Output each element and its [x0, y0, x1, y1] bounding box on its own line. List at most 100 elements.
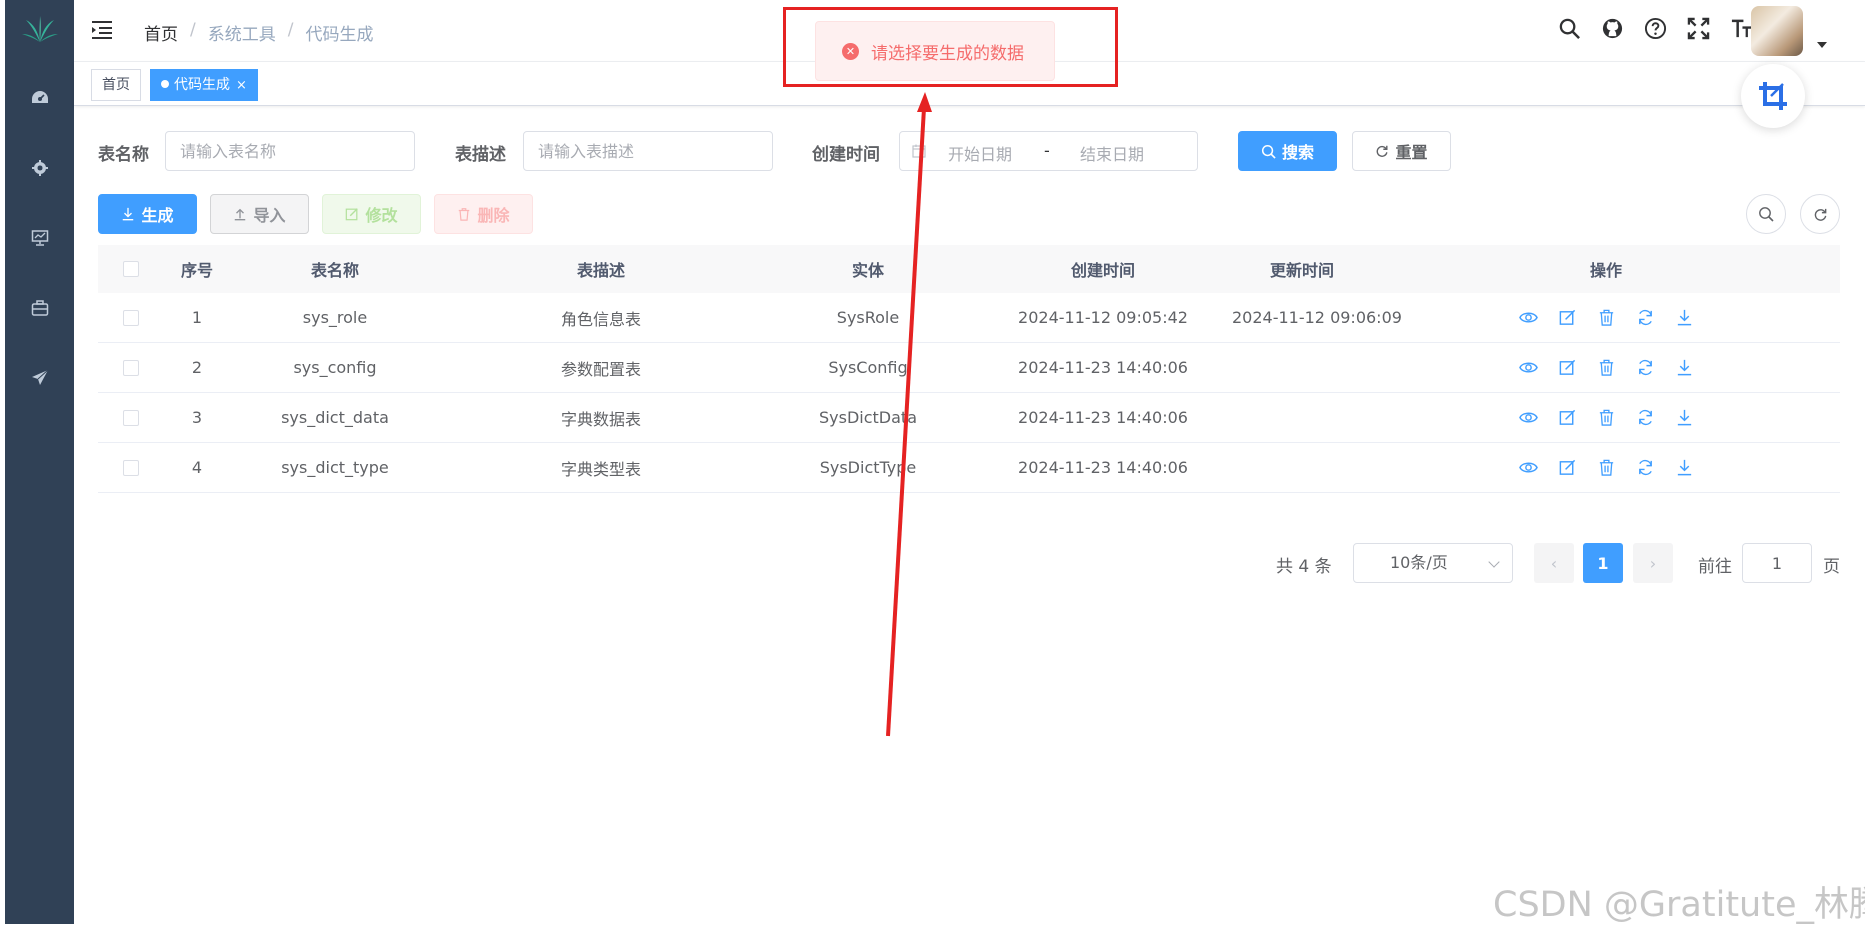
table-row[interactable]: 3 sys_dict_data 字典数据表 SysDictData 2024-11-23…: [98, 393, 1840, 443]
cell-updated: 2024-11-12 09:06:09: [1232, 308, 1402, 327]
hamburger-icon[interactable]: [92, 20, 114, 40]
generate-button-label: 生成: [141, 206, 174, 225]
gen-table: 序号 表名称 表描述 实体 创建时间 更新时间 操作 1 sys_role 角色信息…: [98, 245, 1840, 493]
toolbox-icon: [31, 300, 48, 316]
generate-button[interactable]: 生成: [98, 194, 197, 234]
table-row[interactable]: 2 sys_config 参数配置表 SysConfig 2024-11-23 14:4…: [98, 343, 1840, 393]
font-size-icon[interactable]: [1730, 17, 1753, 40]
tag-home[interactable]: 首页: [91, 69, 141, 101]
search-button[interactable]: 搜索: [1238, 131, 1337, 171]
date-range-picker[interactable]: 开始日期 - 结束日期: [899, 131, 1198, 171]
edit-icon[interactable]: [1558, 458, 1577, 477]
avatar[interactable]: [1751, 6, 1803, 56]
preview-icon[interactable]: [1518, 308, 1538, 327]
delete-button[interactable]: 删除: [434, 194, 533, 234]
table-desc-input[interactable]: [523, 131, 773, 171]
cell-entity: SysDictType: [819, 458, 917, 477]
breadcrumb-current: 代码生成: [305, 25, 374, 45]
cell-table-desc: 字典类型表: [560, 459, 641, 479]
edit-icon: [346, 208, 359, 221]
sidebar-item-dashboard[interactable]: [5, 63, 74, 133]
help-icon[interactable]: [1644, 17, 1667, 40]
sync-icon[interactable]: [1636, 458, 1655, 477]
github-icon[interactable]: [1601, 17, 1624, 40]
monitor-icon: [31, 230, 48, 246]
edit-icon[interactable]: [1558, 308, 1577, 327]
download-icon[interactable]: [1675, 458, 1694, 477]
preview-icon[interactable]: [1518, 408, 1538, 427]
row-checkbox[interactable]: [123, 359, 139, 376]
row-checkbox[interactable]: [123, 309, 139, 326]
cell-index: 4: [191, 458, 203, 477]
cell-table-name: sys_dict_type: [281, 458, 389, 477]
trash-icon[interactable]: [1597, 358, 1616, 377]
screenshot-crop-button[interactable]: [1741, 64, 1805, 128]
preview-icon[interactable]: [1518, 358, 1538, 377]
crop-icon: [1759, 82, 1787, 110]
refresh-icon: [1814, 208, 1826, 221]
row-select-cell: [98, 409, 164, 426]
row-select-cell: [98, 309, 164, 326]
sync-icon[interactable]: [1636, 408, 1655, 427]
trash-icon[interactable]: [1597, 408, 1616, 427]
import-button[interactable]: 导入: [210, 194, 309, 234]
table-name-input[interactable]: [165, 131, 415, 171]
select-all-checkbox[interactable]: [123, 261, 139, 277]
edit-button[interactable]: 修改: [322, 194, 421, 234]
search-icon[interactable]: [1558, 17, 1581, 40]
column-header-entity: 实体: [851, 261, 884, 280]
end-date-input[interactable]: 结束日期: [1080, 141, 1144, 165]
row-actions: [1372, 358, 1840, 377]
sidebar-item-tools[interactable]: [5, 273, 74, 343]
cell-table-desc: 参数配置表: [560, 359, 641, 379]
upload-icon: [235, 208, 246, 221]
header-icons: [1558, 17, 1753, 40]
table-row[interactable]: 1 sys_role 角色信息表 SysRole 2024-11-12 09:05:42…: [98, 293, 1840, 343]
row-select-cell: [98, 459, 164, 476]
download-icon[interactable]: [1675, 308, 1694, 327]
delete-button-label: 删除: [477, 206, 510, 225]
page-size-select[interactable]: 10条/页: [1353, 543, 1513, 583]
tag-code-gen[interactable]: 代码生成 ×: [150, 69, 258, 101]
active-dot-icon: [161, 80, 169, 88]
download-icon[interactable]: [1675, 408, 1694, 427]
fullscreen-icon[interactable]: [1687, 17, 1710, 40]
cell-entity: SysDictData: [819, 408, 917, 427]
cell-entity: SysConfig: [828, 358, 908, 377]
trash-icon[interactable]: [1597, 308, 1616, 327]
pagination-total: 共 4 条: [1276, 557, 1332, 577]
prev-page-button[interactable]: ‹: [1534, 543, 1574, 583]
toggle-search-button[interactable]: [1746, 194, 1786, 234]
sync-icon[interactable]: [1636, 358, 1655, 377]
start-date-input[interactable]: 开始日期: [948, 141, 1012, 165]
next-page-button[interactable]: ›: [1633, 543, 1673, 583]
edit-icon[interactable]: [1558, 408, 1577, 427]
close-icon[interactable]: ×: [236, 78, 247, 93]
sidebar: [5, 0, 74, 924]
reset-button[interactable]: 重置: [1352, 131, 1451, 171]
table-row[interactable]: 4 sys_dict_type 字典类型表 SysDictType 2024-11-23…: [98, 443, 1840, 493]
sidebar-item-send[interactable]: [5, 343, 74, 413]
watermark: CSDN @Gratitute_林腾: [1493, 885, 1865, 925]
download-icon[interactable]: [1675, 358, 1694, 377]
trash-icon[interactable]: [1597, 458, 1616, 477]
cell-index: 1: [191, 308, 203, 327]
reset-button-label: 重置: [1395, 143, 1428, 162]
row-actions: [1372, 458, 1840, 477]
table-desc-label: 表描述: [455, 145, 506, 165]
sidebar-item-monitor[interactable]: [5, 203, 74, 273]
cell-index: 3: [191, 408, 203, 427]
edit-icon[interactable]: [1558, 358, 1577, 377]
breadcrumb-home[interactable]: 首页: [144, 20, 178, 45]
column-header-ops: 操作: [1589, 261, 1622, 280]
preview-icon[interactable]: [1518, 458, 1538, 477]
row-checkbox[interactable]: [123, 459, 139, 476]
search-icon: [1261, 144, 1276, 159]
sidebar-item-system[interactable]: [5, 133, 74, 203]
sync-icon[interactable]: [1636, 308, 1655, 327]
page-1-button[interactable]: 1: [1583, 543, 1623, 583]
caret-down-icon[interactable]: [1817, 42, 1827, 48]
refresh-button[interactable]: [1800, 194, 1840, 234]
goto-page-input[interactable]: [1742, 543, 1812, 583]
row-checkbox[interactable]: [123, 409, 139, 426]
